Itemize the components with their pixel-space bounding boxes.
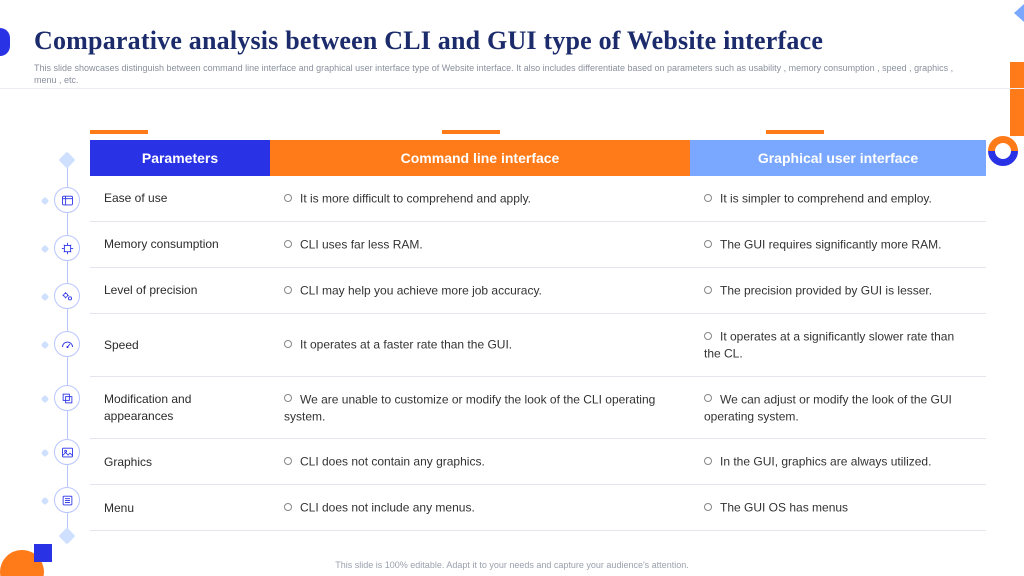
param-cell: Speed: [90, 313, 270, 376]
param-cell: Modification and appearances: [90, 376, 270, 439]
table: Parameters Command line interface Graphi…: [90, 140, 986, 531]
slide-subtitle: This slide showcases distinguish between…: [34, 62, 974, 86]
gui-cell: It is simpler to comprehend and employ.: [690, 176, 986, 221]
table-row: Graphics CLI does not contain any graphi…: [90, 439, 986, 485]
rail-node: [50, 279, 84, 313]
cogs-icon: [60, 289, 75, 304]
table-row: Memory consumption CLI uses far less RAM…: [90, 221, 986, 267]
footer-note: This slide is 100% editable. Adapt it to…: [0, 560, 1024, 570]
menu-icon: [60, 493, 75, 508]
divider: [0, 88, 1024, 89]
slide: Comparative analysis between CLI and GUI…: [0, 0, 1024, 576]
col-header-parameters: Parameters: [90, 140, 270, 176]
table-row: Modification and appearances We are unab…: [90, 376, 986, 439]
cli-cell: CLI may help you achieve more job accura…: [270, 267, 690, 313]
gui-cell: We can adjust or modify the look of the …: [690, 376, 986, 439]
picture-icon: [60, 445, 75, 460]
comparison-table: Parameters Command line interface Graphi…: [90, 128, 986, 540]
decorative-shape: [1014, 4, 1024, 22]
slide-title: Comparative analysis between CLI and GUI…: [34, 26, 984, 56]
decorative-shape: [0, 28, 10, 56]
param-cell: Graphics: [90, 439, 270, 485]
table-row: Menu CLI does not include any menus. The…: [90, 485, 986, 531]
cli-cell: It operates at a faster rate than the GU…: [270, 313, 690, 376]
cli-cell: We are unable to customize or modify the…: [270, 376, 690, 439]
cli-cell: It is more difficult to comprehend and a…: [270, 176, 690, 221]
chip-icon: [60, 241, 75, 256]
rail-cap: [59, 528, 76, 545]
cli-cell: CLI does not contain any graphics.: [270, 439, 690, 485]
gauge-icon: [60, 337, 75, 352]
gui-cell: In the GUI, graphics are always utilized…: [690, 439, 986, 485]
table-body: Ease of use It is more difficult to comp…: [90, 176, 986, 531]
header: Comparative analysis between CLI and GUI…: [34, 26, 984, 86]
rail-node: [50, 483, 84, 517]
table-row: Speed It operates at a faster rate than …: [90, 313, 986, 376]
param-cell: Level of precision: [90, 267, 270, 313]
param-cell: Ease of use: [90, 176, 270, 221]
rail-node: [50, 231, 84, 265]
content: Parameters Command line interface Graphi…: [50, 140, 986, 540]
table-header-row: Parameters Command line interface Graphi…: [90, 140, 986, 176]
decorative-shape: [1010, 62, 1024, 136]
decorative-donut-icon: [988, 136, 1018, 166]
table-row: Level of precision CLI may help you achi…: [90, 267, 986, 313]
rail-node: [50, 435, 84, 469]
settings-icon: [60, 193, 75, 208]
layers-icon: [60, 391, 75, 406]
gui-cell: It operates at a significantly slower ra…: [690, 313, 986, 376]
rail-node: [50, 183, 84, 217]
table-row: Ease of use It is more difficult to comp…: [90, 176, 986, 221]
rail-node: [50, 381, 84, 415]
gui-cell: The GUI requires significantly more RAM.: [690, 221, 986, 267]
header-accent: [90, 128, 986, 138]
gui-cell: The GUI OS has menus: [690, 485, 986, 531]
col-header-gui: Graphical user interface: [690, 140, 986, 176]
cli-cell: CLI does not include any menus.: [270, 485, 690, 531]
cli-cell: CLI uses far less RAM.: [270, 221, 690, 267]
gui-cell: The precision provided by GUI is lesser.: [690, 267, 986, 313]
rail-cap: [59, 152, 76, 169]
param-cell: Menu: [90, 485, 270, 531]
param-cell: Memory consumption: [90, 221, 270, 267]
col-header-cli: Command line interface: [270, 140, 690, 176]
rail-node: [50, 327, 84, 361]
icon-rail: [50, 170, 84, 532]
